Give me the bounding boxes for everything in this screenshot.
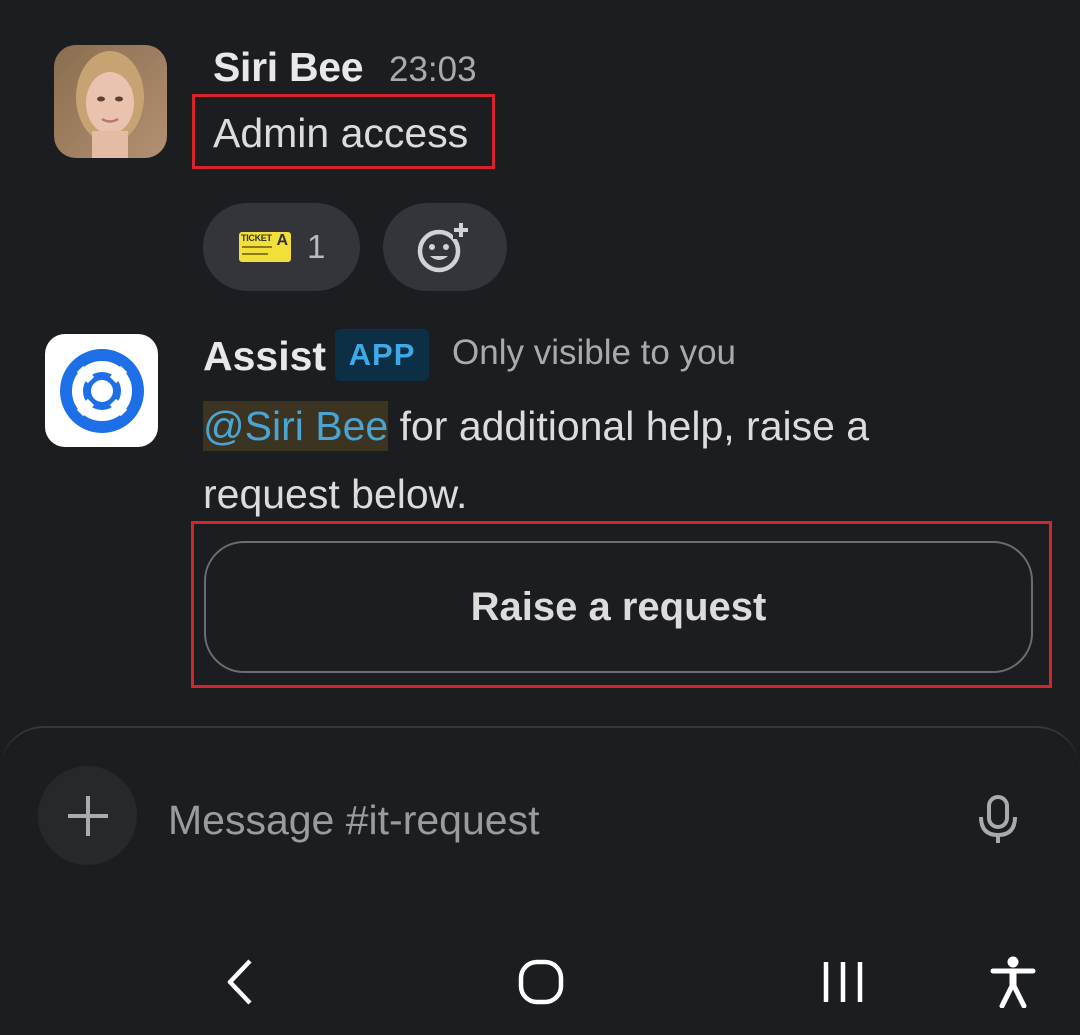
home-icon bbox=[518, 959, 564, 1005]
home-button[interactable] bbox=[501, 942, 581, 1022]
back-icon bbox=[227, 959, 252, 1005]
sender-name[interactable]: Siri Bee bbox=[213, 44, 364, 91]
ticket-word: TICKET bbox=[241, 233, 272, 243]
message-input[interactable] bbox=[168, 790, 928, 850]
app-badge: APP bbox=[335, 329, 429, 381]
accessibility-button[interactable] bbox=[973, 942, 1053, 1022]
visibility-note: Only visible to you bbox=[452, 333, 737, 372]
microphone-icon bbox=[979, 795, 1017, 843]
lifebuoy-icon bbox=[59, 348, 144, 433]
user-mention[interactable]: @Siri Bee bbox=[203, 401, 389, 451]
add-reaction-button[interactable] bbox=[383, 203, 507, 291]
plus-icon bbox=[67, 795, 108, 836]
assist-message-text: @Siri Bee for additional help, raise a r… bbox=[203, 392, 1003, 528]
ticket-letter: A bbox=[276, 232, 288, 249]
app-sender-name[interactable]: Assist bbox=[203, 333, 326, 380]
attach-button[interactable] bbox=[38, 766, 137, 865]
channel-screen: Siri Bee 23:03 Admin access TICKET A 1 A… bbox=[0, 0, 1080, 1035]
ticket-emoji: TICKET A bbox=[239, 232, 291, 262]
highlight-box-button bbox=[191, 521, 1052, 688]
message-timestamp: 23:03 bbox=[389, 50, 477, 89]
highlight-box-message bbox=[192, 94, 495, 169]
system-navigation-bar bbox=[0, 930, 1080, 1035]
avatar[interactable] bbox=[54, 45, 167, 158]
assist-app-icon[interactable] bbox=[45, 334, 158, 447]
recent-apps-icon bbox=[823, 962, 863, 1002]
reaction-ticket[interactable]: TICKET A 1 bbox=[203, 203, 360, 291]
recent-apps-button[interactable] bbox=[803, 942, 883, 1022]
back-button[interactable] bbox=[200, 942, 280, 1022]
microphone-button[interactable] bbox=[972, 790, 1024, 850]
reaction-count: 1 bbox=[307, 228, 326, 265]
accessibility-icon bbox=[990, 956, 1036, 1008]
add-reaction-icon bbox=[417, 221, 469, 273]
